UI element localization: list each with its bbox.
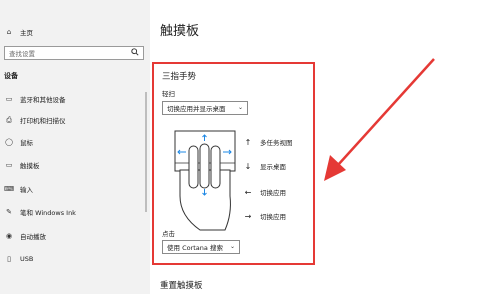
sidebar-item-touchpad[interactable]: ▭ 触摸板 [4, 157, 144, 173]
chevron-down-icon: ⌄ [237, 104, 243, 111]
sidebar-item-usb[interactable]: ▯ USB [4, 251, 144, 267]
sidebar-item-label: 输入 [20, 186, 33, 194]
mouse-icon: ◯ [5, 138, 13, 146]
sidebar: ⌂ 主页 查找设置 设备 ▭ 蓝牙和其他设备 ⎙ 打印机和扫描仪 ◯ 鼠标 ▭ … [0, 0, 150, 294]
pen-icon: ✎ [6, 208, 12, 216]
sidebar-item-label: 打印机和扫描仪 [20, 117, 66, 125]
annotation-arrow [324, 58, 435, 181]
page-title: 触摸板 [160, 24, 200, 39]
sidebar-item-printers[interactable]: ⎙ 打印机和扫描仪 [4, 112, 144, 128]
arrow-right-icon: → [244, 211, 252, 221]
sidebar-scrollbar[interactable] [145, 92, 147, 212]
gesture-label: 切换应用 [260, 213, 286, 221]
touchpad-icon: ▭ [5, 161, 13, 169]
chevron-down-icon: ⌄ [229, 243, 235, 250]
tap-label: 点击 [162, 230, 175, 238]
gesture-label: 切换应用 [260, 189, 286, 197]
search-placeholder: 查找设置 [9, 50, 35, 58]
sidebar-item-mouse[interactable]: ◯ 鼠标 [4, 134, 144, 150]
gesture-label: 显示桌面 [260, 163, 286, 171]
sidebar-item-label: 触摸板 [20, 162, 40, 170]
gesture-row-right: → 切换应用 [240, 209, 286, 223]
section-label-devices: 设备 [4, 72, 18, 80]
search-icon [131, 48, 139, 56]
search-input[interactable]: 查找设置 [4, 46, 144, 60]
usb-icon: ▯ [7, 255, 11, 263]
sidebar-item-label: USB [20, 255, 34, 263]
gesture-row-left: ← 切换应用 [240, 185, 286, 199]
swipe-label: 轻扫 [162, 90, 175, 98]
tap-dropdown[interactable]: 使用 Cortana 搜索 ⌄ [162, 240, 240, 254]
gesture-row-up: ↑ 多任务视图 [240, 135, 293, 149]
gesture-row-down: ↓ 显示桌面 [240, 159, 286, 173]
printer-icon: ⎙ [6, 115, 12, 124]
three-finger-gesture-illustration [174, 130, 236, 231]
home-icon: ⌂ [6, 28, 12, 36]
sidebar-item-label: 鼠标 [20, 139, 33, 147]
sidebar-item-typing[interactable]: ⌨ 输入 [4, 181, 144, 197]
sidebar-item-label: 主页 [20, 29, 33, 37]
section-title: 三指手势 [162, 72, 197, 82]
sidebar-item-home[interactable]: ⌂ 主页 [4, 24, 144, 40]
swipe-dropdown[interactable]: 切换应用并显示桌面 ⌄ [162, 101, 248, 115]
sidebar-item-pen[interactable]: ✎ 笔和 Windows Ink [4, 204, 144, 220]
swipe-dropdown-value: 切换应用并显示桌面 [167, 105, 226, 113]
keyboard-icon: ⌨ [4, 185, 15, 193]
sidebar-item-label: 蓝牙和其他设备 [20, 96, 66, 104]
tap-dropdown-value: 使用 Cortana 搜索 [167, 244, 223, 252]
arrow-down-icon: ↓ [244, 161, 252, 171]
sidebar-item-bluetooth[interactable]: ▭ 蓝牙和其他设备 [4, 91, 144, 107]
autoplay-icon: ◉ [5, 232, 13, 240]
sidebar-item-autoplay[interactable]: ◉ 自动播放 [4, 228, 144, 244]
sidebar-item-label: 笔和 Windows Ink [20, 209, 76, 217]
arrow-up-icon: ↑ [244, 137, 252, 147]
bluetooth-icon: ▭ [5, 95, 13, 103]
arrow-left-icon: ← [244, 187, 252, 197]
reset-touchpad-title: 重置触摸板 [160, 281, 203, 291]
gesture-label: 多任务视图 [260, 139, 293, 147]
sidebar-item-label: 自动播放 [20, 233, 46, 241]
